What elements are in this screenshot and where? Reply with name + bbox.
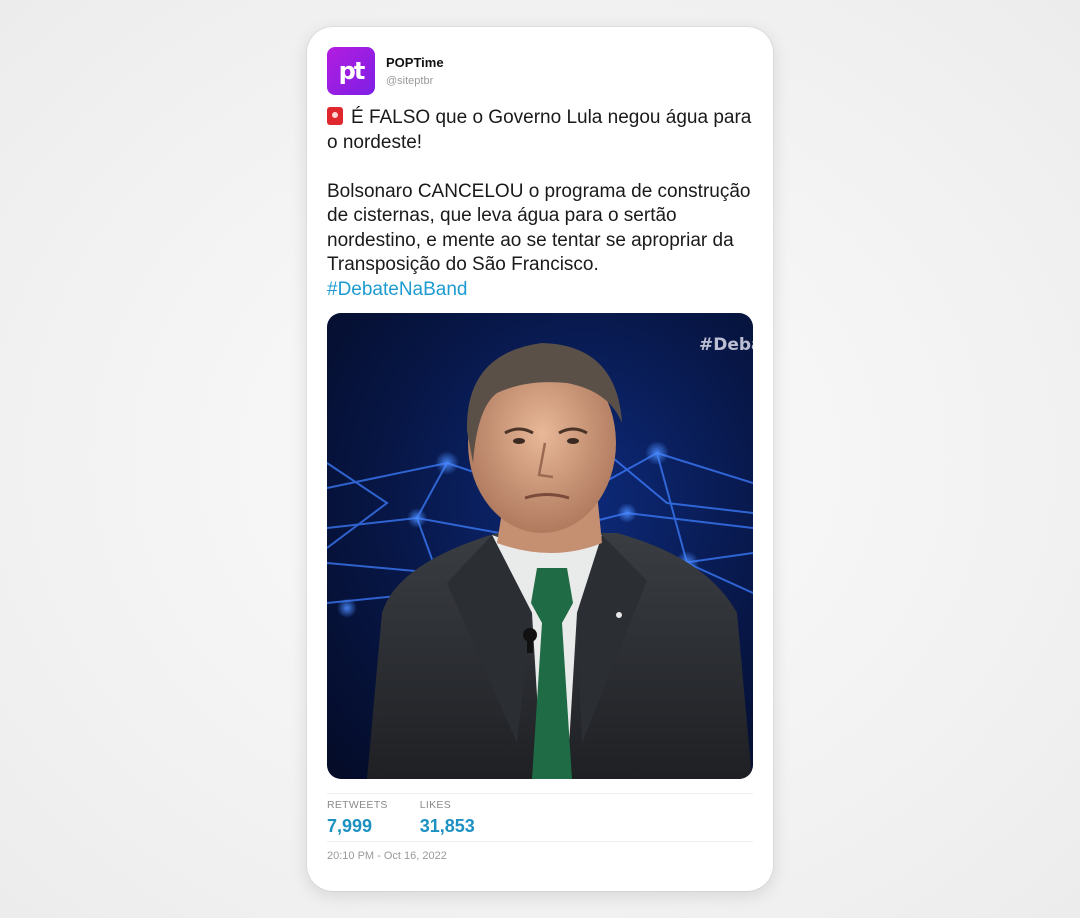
retweets-count: 7,999 <box>327 816 373 836</box>
tweet-text-line-2: Bolsonaro CANCELOU o programa de constru… <box>327 180 751 276</box>
tweet-text-paragraph-1: É FALSO que o Governo Lula negou água pa… <box>327 106 757 155</box>
likes-label: LIKES <box>419 799 452 811</box>
likes-stat[interactable]: LIKES 31,853 <box>420 799 475 837</box>
author-names: POPTime @siteptbr <box>386 55 444 87</box>
stats-top-divider <box>327 793 753 794</box>
tweet-stats: RETWEETS 7,999 LIKES 31,853 <box>327 799 507 837</box>
tweet-text-line-1: É FALSO que o Governo Lula negou água pa… <box>327 107 752 153</box>
debate-photo <box>327 343 753 779</box>
likes-count: 31,853 <box>419 816 475 836</box>
broadcast-watermark: #Deba <box>699 335 753 355</box>
retweets-label: RETWEETS <box>327 799 388 811</box>
tweet-card: pt POPTime @siteptbr É FALSO que o Gover… <box>307 27 773 891</box>
avatar[interactable]: pt <box>327 47 375 95</box>
tweet-hashtag-line: #DebateNaBand <box>327 278 757 303</box>
siren-icon <box>327 107 343 125</box>
tweet-text: É FALSO que o Governo Lula negou água pa… <box>327 106 757 302</box>
stats-bottom-divider <box>327 841 753 842</box>
retweets-stat[interactable]: RETWEETS 7,999 <box>327 799 388 837</box>
hashtag-link[interactable]: #DebateNaBand <box>327 279 468 300</box>
page-background: pt POPTime @siteptbr É FALSO que o Gover… <box>0 0 1080 918</box>
avatar-logo-text: pt <box>338 57 366 85</box>
tweet-text-paragraph-2: Bolsonaro CANCELOU o programa de constru… <box>327 180 757 278</box>
tweet-timestamp[interactable]: 20:10 PM - Oct 16, 2022 <box>327 850 447 862</box>
display-name[interactable]: POPTime <box>386 55 444 70</box>
tweet-media-image[interactable]: #Deba <box>327 313 753 779</box>
tweet-header: pt POPTime @siteptbr <box>327 47 444 95</box>
user-handle[interactable]: @siteptbr <box>386 75 444 87</box>
